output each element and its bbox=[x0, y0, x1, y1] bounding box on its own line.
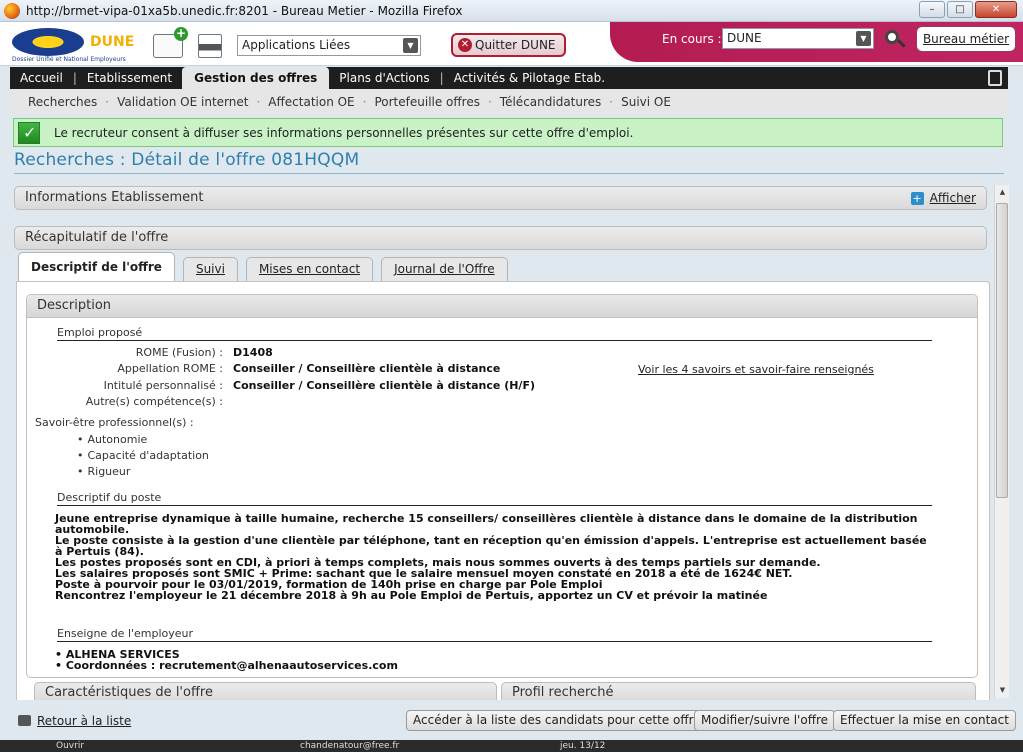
content-scrollbar[interactable]: ▲ ▼ bbox=[994, 185, 1009, 698]
descriptif-poste-title: Descriptif du poste bbox=[57, 491, 932, 506]
caracteristiques-header: Caractéristiques de l'offre bbox=[34, 682, 497, 700]
logo-text: DUNE bbox=[90, 34, 135, 50]
field-label: Intitulé personnalisé : bbox=[103, 379, 223, 392]
contact-button[interactable]: Effectuer la mise en contact bbox=[833, 710, 1016, 731]
scroll-up-icon[interactable]: ▲ bbox=[995, 185, 1010, 200]
afficher-link[interactable]: + Afficher bbox=[910, 191, 976, 205]
tab-mises-en-contact[interactable]: Mises en contact bbox=[245, 257, 374, 281]
back-to-list-link[interactable]: Retour à la liste bbox=[18, 714, 131, 728]
nav-accueil[interactable]: Accueil bbox=[10, 67, 73, 89]
list-item: Autonomie bbox=[77, 432, 209, 448]
subnav-validation-oe[interactable]: Validation OE internet bbox=[109, 95, 256, 109]
chevron-down-icon: ▼ bbox=[403, 38, 418, 53]
field-label: ROME (Fusion) : bbox=[135, 346, 223, 359]
page-title: Recherches : Détail de l'offre 081HQQM bbox=[14, 150, 360, 170]
title-divider bbox=[14, 173, 1004, 174]
tab-journal[interactable]: Journal de l'Offre bbox=[381, 257, 508, 281]
enseigne-details: • ALHENA SERVICES • Coordonnées : recrut… bbox=[55, 648, 398, 672]
close-circle-icon: ✕ bbox=[458, 38, 472, 52]
maximize-button[interactable]: □ bbox=[947, 1, 973, 18]
applications-select[interactable]: Applications Liées ▼ bbox=[237, 35, 421, 56]
applications-select-value: Applications Liées bbox=[242, 38, 351, 52]
enseigne-title: Enseigne de l'employeur bbox=[57, 627, 932, 642]
info-etablissement-header[interactable]: Informations Etablissement + Afficher bbox=[14, 186, 987, 210]
logo-mark-icon bbox=[12, 28, 84, 56]
dune-logo[interactable]: DUNE Dossier Unifié et National Employeu… bbox=[12, 26, 140, 63]
rome-value: D1408 bbox=[233, 346, 273, 359]
subnav-recherches[interactable]: Recherches bbox=[20, 95, 105, 109]
profil-recherche-header: Profil recherché bbox=[501, 682, 976, 700]
scroll-thumb[interactable] bbox=[996, 203, 1008, 498]
offer-tabs: Descriptif de l'offre Suivi Mises en con… bbox=[18, 252, 516, 281]
quit-dune-button[interactable]: ✕ Quitter DUNE bbox=[451, 33, 566, 57]
subnav-telecandidatures[interactable]: Télécandidatures bbox=[492, 95, 609, 109]
subnav-suivi-oe[interactable]: Suivi OE bbox=[613, 95, 679, 109]
bureau-metier-button[interactable]: Bureau métier bbox=[916, 26, 1016, 52]
info-etablissement-title: Informations Etablissement bbox=[25, 190, 204, 205]
list-item: Capacité d'adaptation bbox=[77, 448, 209, 464]
plus-icon: + bbox=[910, 192, 924, 205]
new-document-icon[interactable] bbox=[153, 27, 188, 58]
offer-content: Informations Etablissement + Afficher Réc… bbox=[10, 180, 995, 700]
emploi-propose-title: Emploi proposé bbox=[57, 326, 932, 341]
savoir-etre-list: Autonomie Capacité d'adaptation Rigueur bbox=[77, 432, 209, 480]
notice-text: Le recruteur consent à diffuser ses info… bbox=[54, 125, 634, 140]
nav-plans-actions[interactable]: Plans d'Actions bbox=[329, 67, 439, 89]
appellation-value: Conseiller / Conseillère clientèle à dis… bbox=[233, 362, 501, 375]
list-item: Rigueur bbox=[77, 464, 209, 480]
subnav-portefeuille[interactable]: Portefeuille offres bbox=[366, 95, 488, 109]
current-select[interactable]: DUNE ▼ bbox=[722, 28, 874, 49]
print-icon[interactable] bbox=[198, 34, 222, 58]
window-titlebar: http://brmet-vipa-01xa5b.unedic.fr:8201 … bbox=[0, 0, 1023, 22]
candidates-list-button[interactable]: Accéder à la liste des candidats pour ce… bbox=[406, 710, 708, 731]
minimize-button[interactable]: – bbox=[919, 1, 945, 18]
tab-suivi[interactable]: Suivi bbox=[182, 257, 238, 281]
checkmark-icon bbox=[18, 121, 40, 144]
nav-gestion-offres[interactable]: Gestion des offres bbox=[182, 67, 330, 89]
window-title: http://brmet-vipa-01xa5b.unedic.fr:8201 … bbox=[26, 3, 463, 18]
tab-descriptif[interactable]: Descriptif de l'offre bbox=[18, 252, 175, 281]
chevron-down-icon: ▼ bbox=[856, 31, 871, 46]
intitule-value: Conseiller / Conseillère clientèle à dis… bbox=[233, 379, 535, 392]
sitemap-icon[interactable] bbox=[988, 70, 1002, 86]
field-label: Appellation ROME : bbox=[117, 362, 223, 375]
action-footer: Retour à la liste Accéder à la liste des… bbox=[10, 708, 1016, 734]
quit-dune-label: Quitter DUNE bbox=[475, 38, 556, 52]
current-context-zone: En cours : DUNE ▼ Bureau métier bbox=[610, 22, 1023, 62]
recap-offre-title: Récapitulatif de l'offre bbox=[25, 230, 169, 245]
background-strip: Ouvrir chandenatour@free.fr jeu. 13/12 bbox=[0, 740, 1023, 752]
nav-etablissement[interactable]: Etablissement bbox=[77, 67, 182, 89]
poste-description: Jeune entreprise dynamique à taille huma… bbox=[55, 512, 927, 602]
description-panel: Description Emploi proposé ROME (Fusion)… bbox=[26, 294, 978, 678]
close-window-button[interactable]: ✕ bbox=[975, 1, 1017, 18]
scroll-down-icon[interactable]: ▼ bbox=[995, 683, 1010, 698]
savoirs-link[interactable]: Voir les 4 savoirs et savoir-faire rense… bbox=[638, 363, 874, 376]
nav-activites-pilotage[interactable]: Activités & Pilotage Etab. bbox=[444, 67, 615, 89]
field-label: Savoir-être professionnel(s) : bbox=[35, 416, 194, 429]
app-header: DUNE Dossier Unifié et National Employeu… bbox=[0, 22, 1023, 66]
field-label: Autre(s) compétence(s) : bbox=[85, 395, 223, 408]
firefox-icon bbox=[4, 2, 20, 19]
current-select-value: DUNE bbox=[727, 31, 762, 45]
sub-nav: Recherches · Validation OE internet · Af… bbox=[10, 89, 1008, 115]
current-label: En cours : bbox=[662, 32, 722, 46]
description-header: Description bbox=[27, 295, 977, 318]
modify-offer-button[interactable]: Modifier/suivre l'offre bbox=[694, 710, 836, 731]
subnav-affectation-oe[interactable]: Affectation OE bbox=[260, 95, 362, 109]
search-icon[interactable] bbox=[876, 28, 908, 52]
logo-subtitle: Dossier Unifié et National Employeurs bbox=[12, 56, 126, 63]
back-arrow-icon bbox=[18, 715, 31, 726]
main-nav: Accueil | Etablissement Gestion des offr… bbox=[10, 67, 1008, 89]
recap-offre-header: Récapitulatif de l'offre bbox=[14, 226, 987, 250]
consent-notice: Le recruteur consent à diffuser ses info… bbox=[13, 118, 1003, 147]
